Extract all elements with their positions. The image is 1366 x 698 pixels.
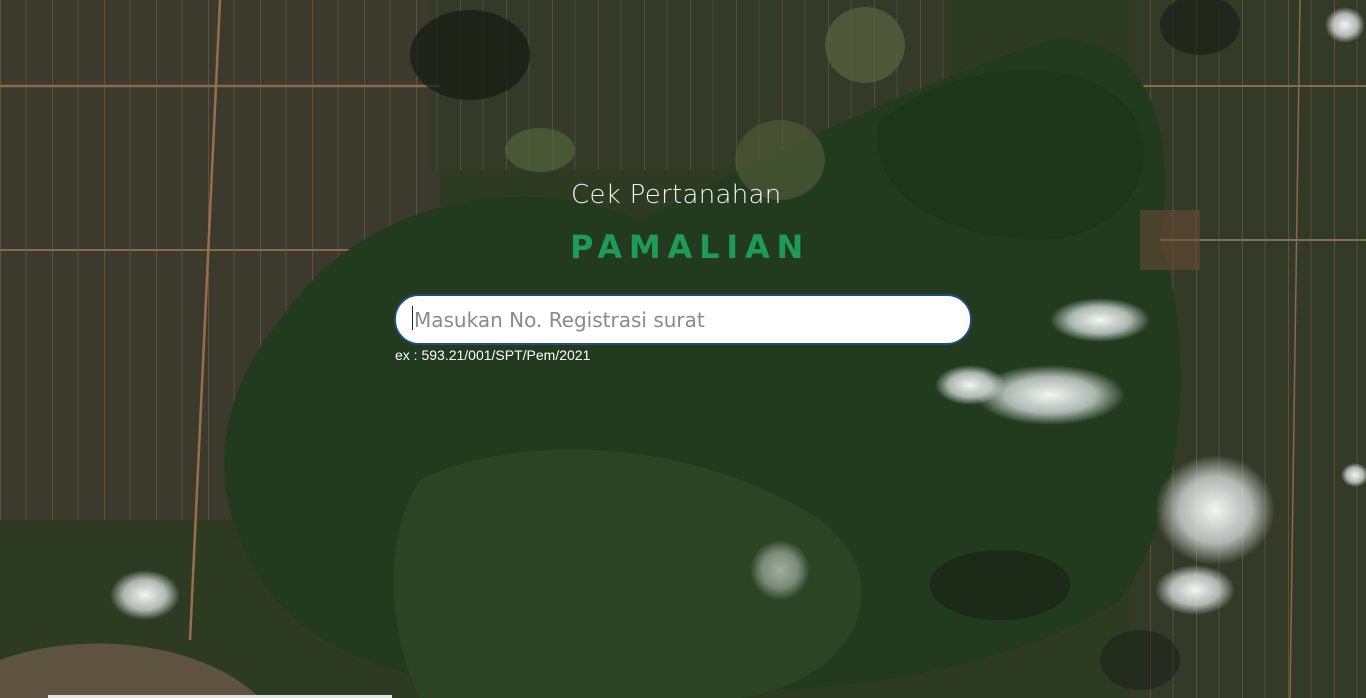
page: Cek Pertanahan PAMALIAN ex : 593.21/001/… (0, 0, 1366, 698)
landing-content: Cek Pertanahan PAMALIAN ex : 593.21/001/… (0, 0, 1366, 698)
brand-title: PAMALIAN (570, 228, 811, 266)
text-cursor (412, 306, 413, 330)
registration-search-input[interactable] (394, 294, 972, 345)
search-hint: ex : 593.21/001/SPT/Pem/2021 (395, 347, 591, 363)
page-subtitle: Cek Pertanahan (571, 180, 782, 210)
